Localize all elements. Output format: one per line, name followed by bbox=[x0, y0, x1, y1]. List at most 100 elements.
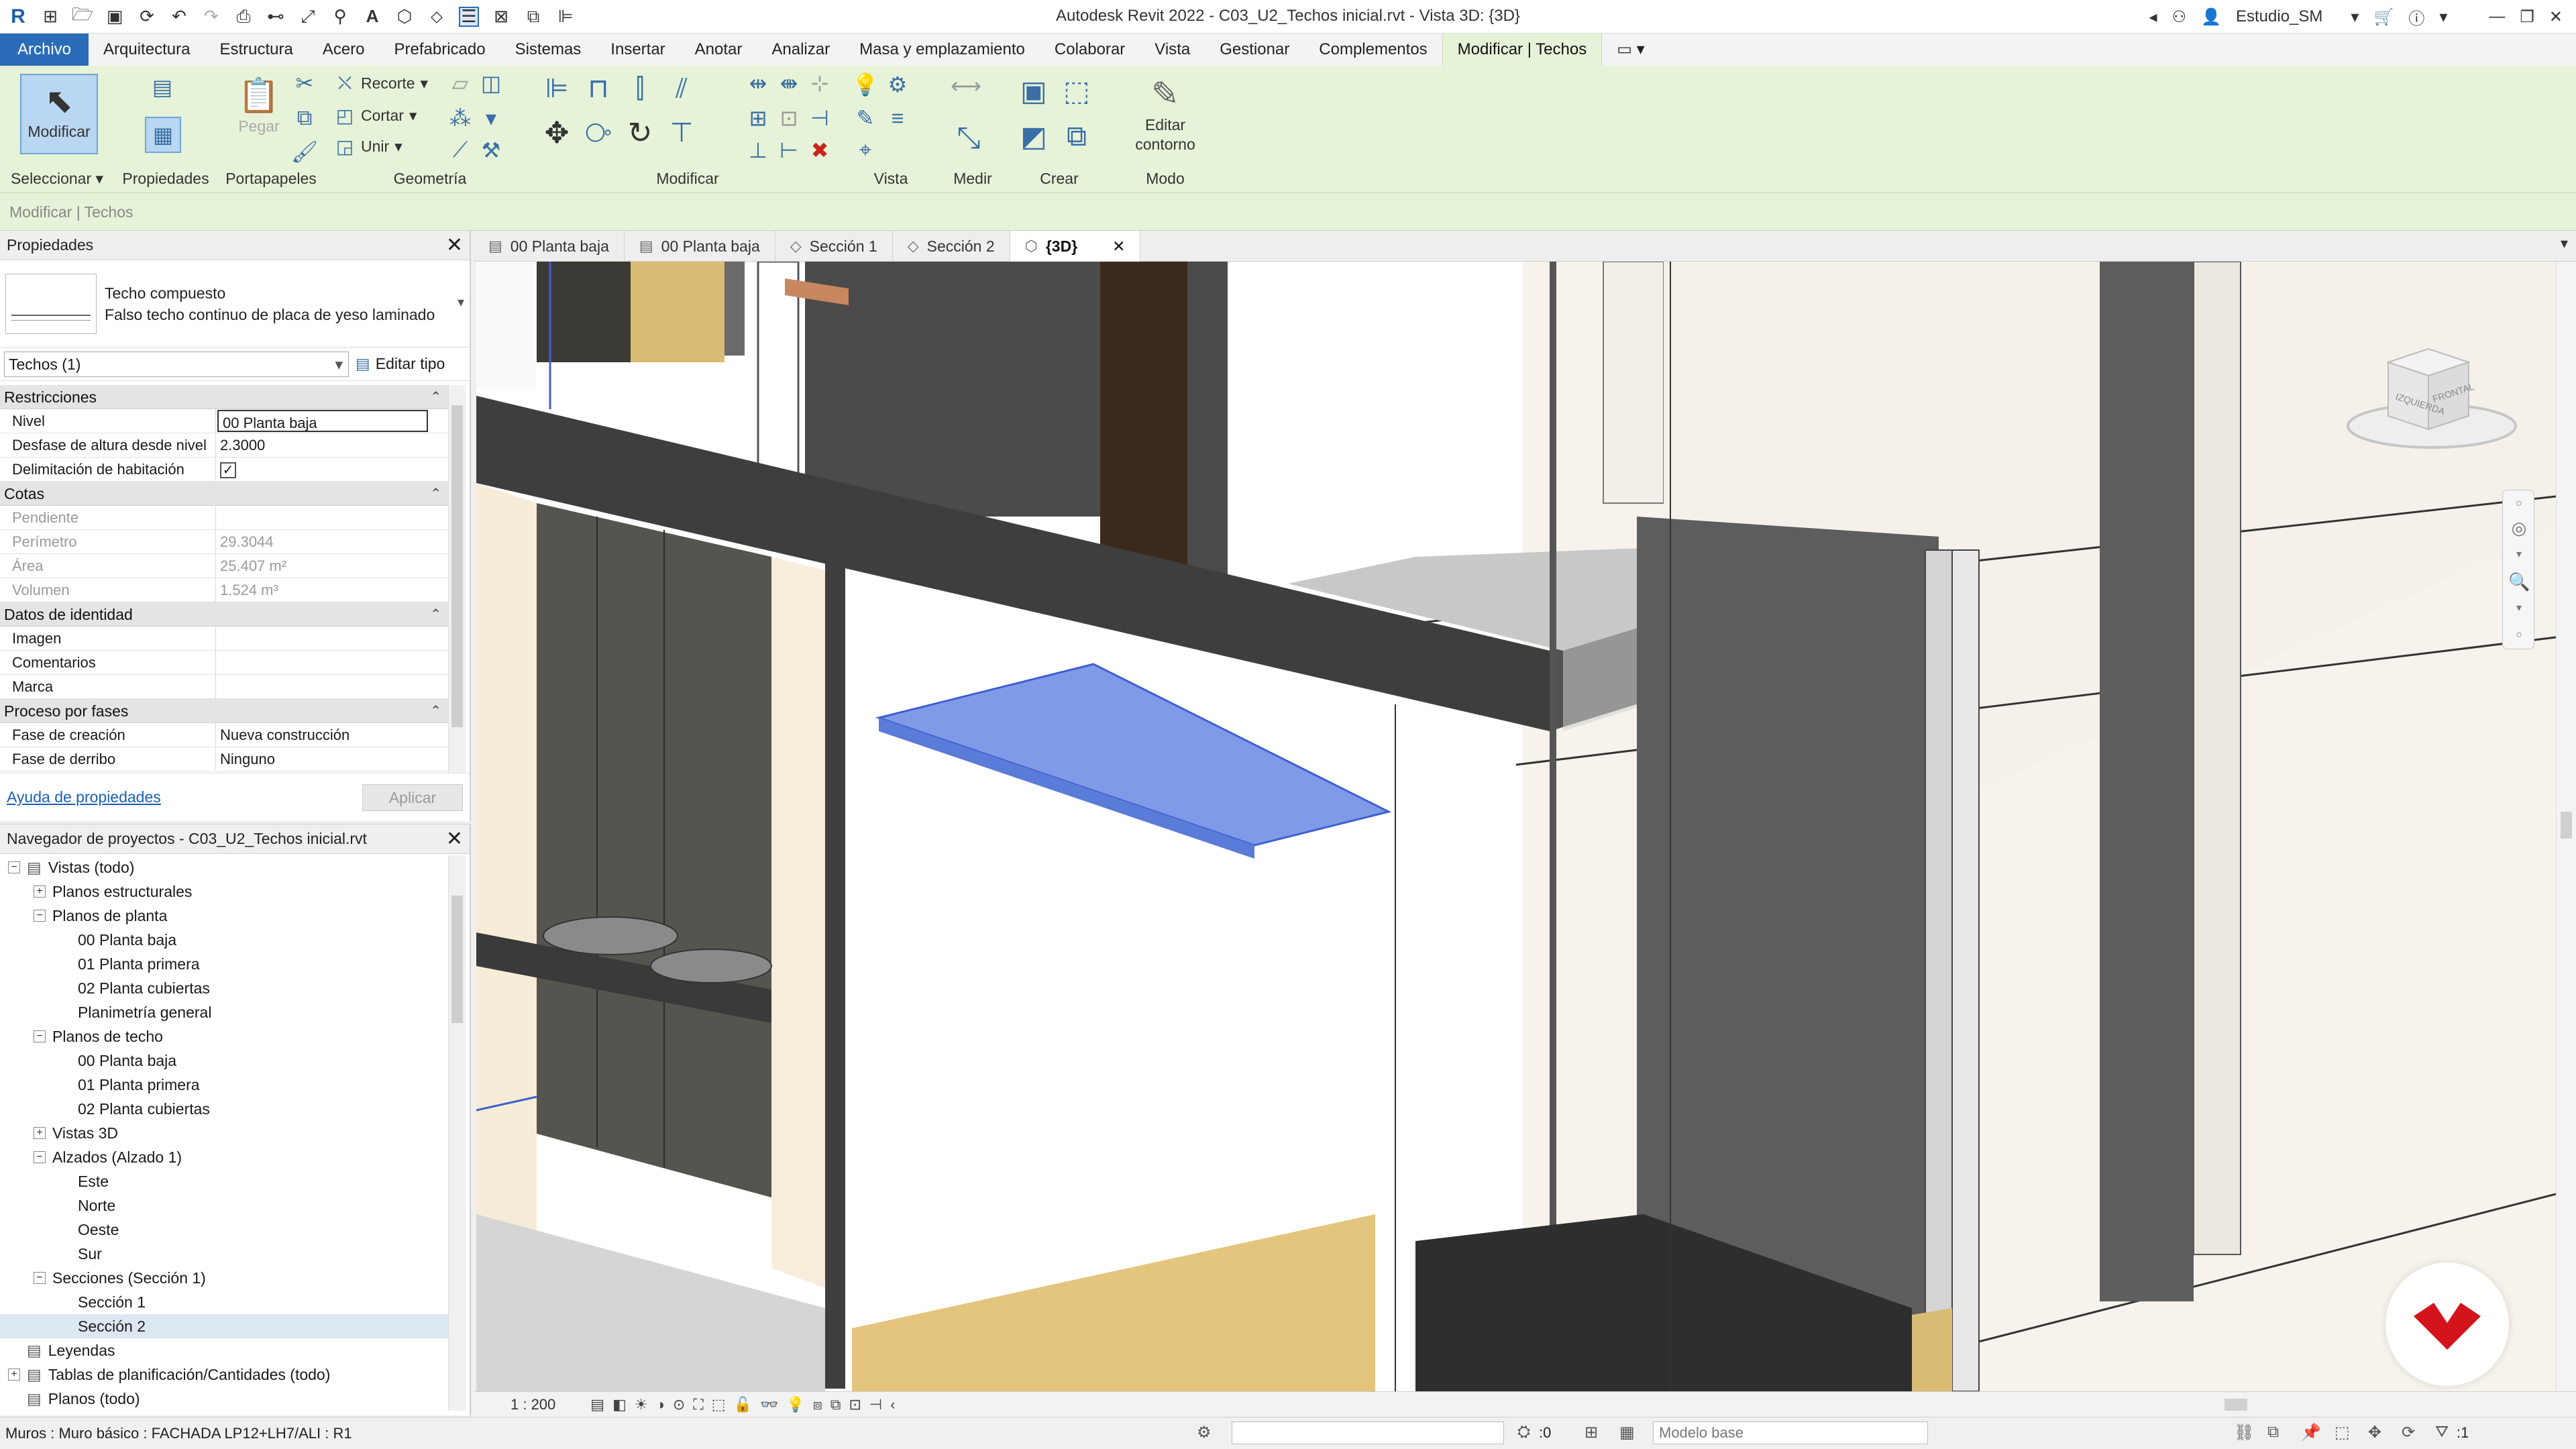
view-scale[interactable]: 1 : 200 bbox=[511, 1396, 555, 1413]
redo-icon[interactable]: ↷ bbox=[201, 6, 221, 27]
browser-node[interactable]: − Alzados (Alzado 1) bbox=[0, 1145, 448, 1169]
browser-node[interactable]: 01 Planta primera bbox=[0, 1073, 448, 1097]
design-option-select[interactable]: Modelo base bbox=[1653, 1421, 1928, 1444]
cart-icon[interactable]: 🛒 bbox=[2373, 7, 2394, 27]
unpin-icon[interactable]: ⊹ bbox=[806, 70, 833, 97]
background-process-icon[interactable]: ⟳ bbox=[2402, 1423, 2415, 1442]
collapse-icon[interactable]: − bbox=[34, 1151, 46, 1163]
design-options-icon[interactable]: ⊞ bbox=[1585, 1423, 1598, 1442]
browser-node[interactable]: + Planos estructurales bbox=[0, 879, 448, 904]
crop-view-icon[interactable]: ⛶ bbox=[693, 1396, 703, 1413]
browser-node[interactable]: − Planos de planta bbox=[0, 904, 448, 928]
render-icon[interactable]: ⊙ bbox=[673, 1396, 685, 1413]
view-tab[interactable]: ⬡ {3D} ✕ bbox=[1010, 231, 1141, 262]
trim-multiple-icon[interactable]: ⊥ bbox=[745, 137, 771, 164]
tab-archivo[interactable]: Archivo bbox=[0, 34, 89, 66]
browser-node[interactable]: Oeste bbox=[0, 1218, 448, 1242]
restore-button[interactable]: ❐ bbox=[2520, 7, 2534, 27]
tab-modificar-techos[interactable]: Modificar | Techos bbox=[1442, 34, 1603, 66]
reveal-hidden-icon[interactable]: 💡 bbox=[786, 1396, 804, 1413]
split-face-icon[interactable]: ◫ bbox=[478, 70, 504, 97]
wall-joins-icon[interactable]: ▱ bbox=[447, 70, 474, 97]
collapse-icon[interactable]: − bbox=[8, 861, 20, 873]
close-properties-icon[interactable]: ✕ bbox=[446, 235, 463, 256]
customize-qat-icon[interactable]: ⊫ bbox=[555, 6, 576, 27]
3d-model-drawing[interactable] bbox=[476, 262, 2556, 1391]
help-dropdown-icon[interactable]: ▾ bbox=[2439, 7, 2447, 27]
dimension-icon[interactable]: ⤢ bbox=[298, 6, 318, 27]
aligned-dimension-icon[interactable]: ⤡ bbox=[949, 118, 989, 158]
create-similar-icon[interactable]: ⧉ bbox=[1059, 118, 1095, 154]
minimize-button[interactable]: — bbox=[2489, 7, 2505, 26]
hide-isolate-icon[interactable]: 👓 bbox=[760, 1396, 778, 1413]
zoom-dropdown-icon[interactable]: ▾ bbox=[2508, 598, 2530, 619]
editable-icon[interactable]: ⛭ bbox=[1517, 1423, 1530, 1442]
browser-node[interactable]: 02 Planta cubiertas bbox=[0, 976, 448, 1000]
help-icon[interactable]: ⓘ bbox=[2408, 5, 2424, 29]
copy-icon[interactable]: ⧉ bbox=[291, 105, 318, 131]
text-icon[interactable]: A bbox=[362, 6, 382, 27]
undo-icon[interactable]: ↶ bbox=[169, 6, 189, 27]
expand-icon[interactable]: + bbox=[34, 885, 46, 898]
type-selector[interactable]: Techo compuesto Falso techo continuo de … bbox=[0, 260, 470, 347]
tab-prefabricado[interactable]: Prefabricado bbox=[380, 34, 500, 66]
cut-geometry-button[interactable]: ◰ Cortar ▾ bbox=[334, 105, 417, 127]
prop-value[interactable]: 00 Planta baja bbox=[217, 410, 428, 432]
browser-node[interactable]: − Planos de techo bbox=[0, 1024, 448, 1049]
copy-element-icon[interactable]: ⧂ bbox=[581, 115, 616, 150]
browser-node[interactable]: 02 Planta cubiertas bbox=[0, 1097, 448, 1121]
browser-node[interactable]: 01 Planta primera bbox=[0, 952, 448, 976]
tab-acero[interactable]: Acero bbox=[308, 34, 380, 66]
linework-icon[interactable]: ✎ bbox=[852, 105, 879, 131]
lock-view-icon[interactable]: 🔓 bbox=[734, 1396, 752, 1413]
3d-view-icon[interactable]: ⬡ bbox=[394, 6, 415, 27]
view-tab[interactable]: ◇ Sección 1 bbox=[775, 231, 893, 262]
prop-value[interactable]: ✓ bbox=[216, 458, 448, 481]
pick-icon[interactable]: ⚒ bbox=[478, 137, 504, 164]
browser-node[interactable]: 00 Planta baja bbox=[0, 928, 448, 952]
steering-dropdown-icon[interactable]: ▾ bbox=[2508, 544, 2530, 566]
pin-icon[interactable]: ⊣ bbox=[806, 105, 833, 131]
match-type-icon[interactable]: 🖌 bbox=[291, 138, 319, 165]
tab-menu-icon[interactable]: ▾ bbox=[2561, 235, 2568, 252]
expand-icon[interactable]: + bbox=[8, 1368, 20, 1381]
browser-node[interactable]: Sección 1 bbox=[0, 1290, 448, 1314]
close-window-button[interactable]: ✕ bbox=[2549, 7, 2563, 27]
view-filter-icon[interactable]: ⌖ bbox=[852, 137, 879, 164]
zoom-icon[interactable]: 🔍 bbox=[2508, 571, 2530, 592]
instance-filter-select[interactable]: Techos (1) bbox=[4, 351, 349, 377]
split-gap-icon[interactable]: ⇼ bbox=[775, 70, 802, 97]
array-icon[interactable]: ⊞ bbox=[745, 105, 771, 131]
viewport-vscroll-thumb[interactable] bbox=[2561, 812, 2572, 839]
tab-complementos[interactable]: Complementos bbox=[1304, 34, 1442, 66]
section-icon[interactable]: ⬦ bbox=[427, 6, 447, 27]
join-button[interactable]: ◲ Unir ▾ bbox=[334, 136, 402, 158]
viewcube-drawing[interactable]: IZQUIERDA FRONTAL bbox=[2341, 335, 2522, 456]
measure-between-icon[interactable]: ⟷ bbox=[946, 72, 986, 99]
type-dropdown-icon[interactable]: ▾ bbox=[458, 294, 464, 311]
browser-node[interactable]: + ▤ Tablas de planificación/Cantidades (to… bbox=[0, 1362, 448, 1387]
workset-select[interactable] bbox=[1232, 1421, 1504, 1444]
detail-level-icon[interactable]: ▤ bbox=[590, 1396, 604, 1413]
browser-node[interactable]: Sección 2 bbox=[0, 1314, 448, 1338]
scale-icon[interactable]: ⊡ bbox=[775, 105, 802, 131]
rotate-icon[interactable]: ↻ bbox=[623, 115, 657, 150]
highlight-displacement-icon[interactable]: ⊡ bbox=[849, 1396, 861, 1413]
steering-wheel-icon[interactable]: ◎ bbox=[2508, 517, 2530, 539]
view-tab[interactable]: ▤ 00 Planta baja bbox=[625, 231, 775, 262]
create-parts-icon[interactable]: ⬚ bbox=[1059, 72, 1095, 109]
properties-scrollbar[interactable] bbox=[448, 385, 466, 773]
properties-toggle-icon[interactable]: ▦ bbox=[145, 117, 181, 153]
save-icon[interactable]: ▣ bbox=[105, 6, 125, 27]
close-browser-icon[interactable]: ✕ bbox=[446, 828, 463, 849]
3d-viewport[interactable]: IZQUIERDA FRONTAL ○ ◎ ▾ 🔍 ▾ ○ bbox=[476, 262, 2556, 1391]
edit-type-button[interactable]: ▤ Editar tipo bbox=[356, 355, 445, 373]
prop-value[interactable] bbox=[216, 627, 448, 650]
tab-analizar[interactable]: Analizar bbox=[757, 34, 845, 66]
browser-node[interactable]: + Vistas 3D bbox=[0, 1121, 448, 1145]
room-bounding-checkbox[interactable]: ✓ bbox=[220, 462, 236, 478]
browser-node[interactable]: Norte bbox=[0, 1193, 448, 1218]
move-icon[interactable]: ✥ bbox=[539, 115, 574, 150]
split-element-icon[interactable]: ⇹ bbox=[745, 70, 771, 97]
delete-icon[interactable]: ✖ bbox=[806, 137, 833, 164]
